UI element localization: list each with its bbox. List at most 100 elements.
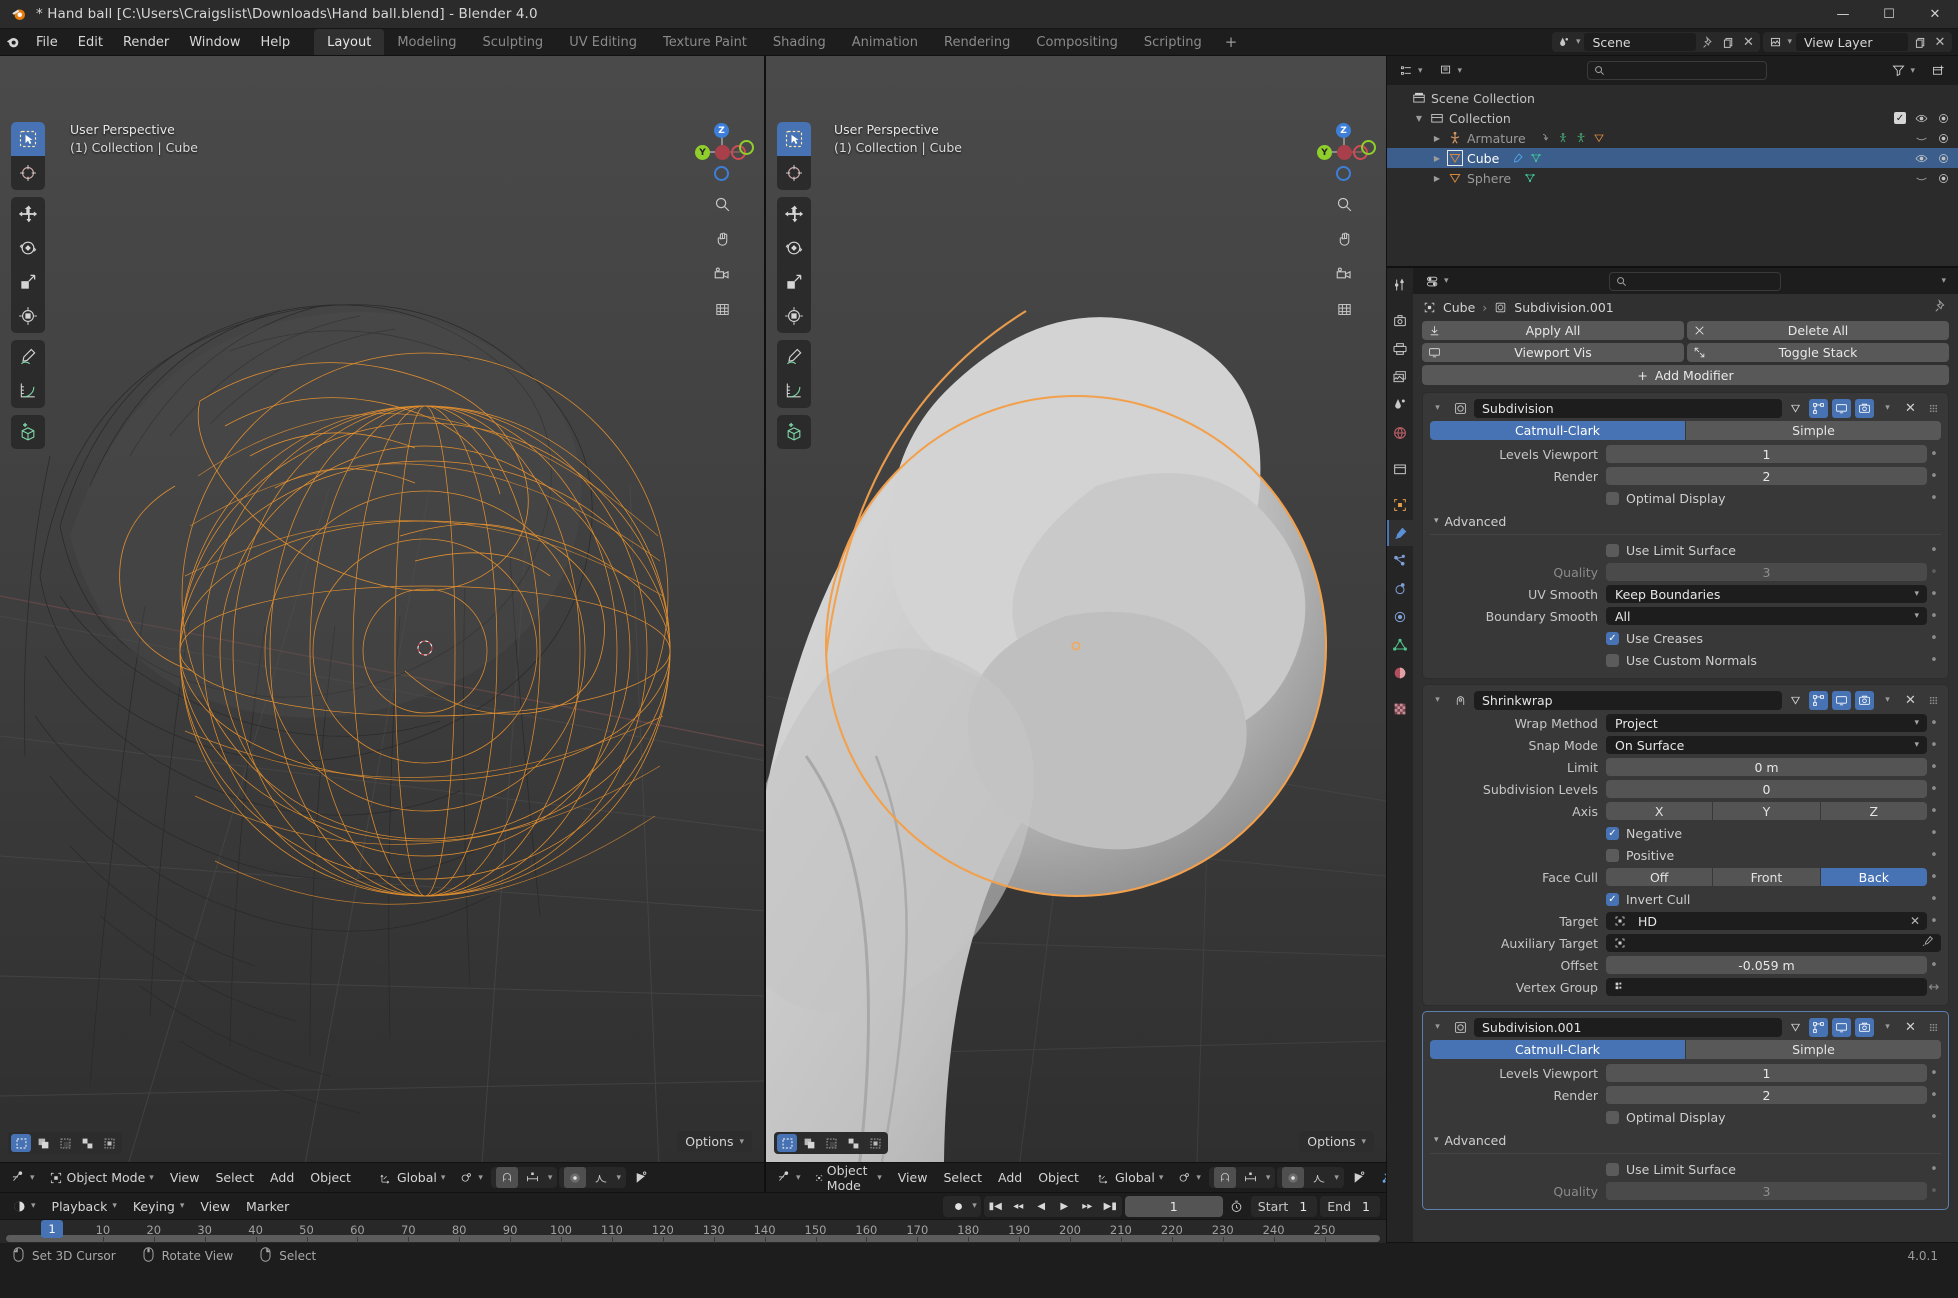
- annotate-tool[interactable]: [777, 340, 811, 374]
- outliner-row-cube[interactable]: ▶ Cube: [1387, 148, 1958, 168]
- tab-modifiers[interactable]: [1387, 520, 1413, 546]
- checkbox[interactable]: ✓: [1606, 826, 1619, 840]
- subdivision-mode-simple[interactable]: Simple: [1686, 1040, 1941, 1059]
- prop-value[interactable]: Project ▾: [1606, 714, 1927, 732]
- subdivision-mode-simple[interactable]: Simple: [1686, 421, 1941, 440]
- workspace-tab-layout[interactable]: Layout: [314, 29, 385, 55]
- zoom-icon[interactable]: [709, 191, 735, 217]
- animate-property-dot[interactable]: •: [1927, 1184, 1941, 1199]
- workspace-tab-compositing[interactable]: Compositing: [1023, 29, 1131, 55]
- animate-property-dot[interactable]: •: [1927, 848, 1941, 863]
- gizmo-z-axis[interactable]: Z: [714, 123, 729, 138]
- checkbox[interactable]: [1606, 1110, 1619, 1124]
- workspace-tab-uv-editing[interactable]: UV Editing: [556, 29, 650, 55]
- edit-mode-toggle-icon[interactable]: [1809, 398, 1828, 418]
- viewport-left[interactable]: User Perspective (1) Collection | Cube Z…: [0, 56, 766, 1162]
- animate-property-dot[interactable]: •: [1927, 631, 1941, 646]
- axis-z[interactable]: Z: [1820, 802, 1927, 820]
- render-display-icon[interactable]: [1855, 1017, 1874, 1037]
- properties-scroll-area[interactable]: Apply All Delete All Viewport Vis Toggle…: [1413, 321, 1958, 1242]
- gizmo-z-axis-neg[interactable]: [1336, 166, 1351, 181]
- menu-timeline-keying[interactable]: Keying ▾: [125, 1196, 193, 1217]
- tab-view-layer[interactable]: [1387, 364, 1413, 390]
- prev-keyframe-button[interactable]: ◂◂: [1007, 1196, 1030, 1217]
- menu-right-view[interactable]: View: [890, 1167, 936, 1188]
- gizmo-y-axis-neg[interactable]: [1361, 140, 1376, 155]
- animate-property-dot[interactable]: •: [1927, 958, 1941, 973]
- prop-value[interactable]: 0 m: [1606, 758, 1927, 776]
- tab-scene[interactable]: [1387, 392, 1413, 418]
- use-preview-range-icon[interactable]: [1226, 1196, 1248, 1217]
- animate-property-dot[interactable]: •: [1927, 1066, 1941, 1081]
- pin-id-icon[interactable]: [1934, 299, 1948, 316]
- prop-check-use-limit-surface[interactable]: Use Limit Surface •: [1430, 1159, 1941, 1179]
- prop-value[interactable]: HD ✕: [1606, 912, 1927, 930]
- snap-magnet-icon[interactable]: [495, 1167, 518, 1188]
- chevron-down-icon[interactable]: ▾: [972, 1201, 977, 1211]
- properties-options-chevron[interactable]: ▾: [1935, 271, 1952, 292]
- animate-property-dot[interactable]: •: [1927, 543, 1941, 558]
- animate-property-dot[interactable]: •: [1927, 1110, 1941, 1125]
- animate-property-dot[interactable]: •: [1927, 870, 1941, 885]
- transform-orientation-left[interactable]: Global ▾: [373, 1167, 451, 1188]
- prop-check-optimal-display[interactable]: Optimal Display •: [1430, 1107, 1941, 1127]
- tab-world[interactable]: [1387, 420, 1413, 446]
- menu-render[interactable]: Render: [113, 29, 179, 55]
- start-value[interactable]: 1: [1295, 1199, 1317, 1214]
- expand-arrow-open-icon[interactable]: ▼: [1413, 114, 1425, 123]
- checkbox[interactable]: [1606, 543, 1619, 557]
- prop-value[interactable]: 3: [1606, 563, 1927, 581]
- pan-hand-icon[interactable]: [709, 226, 735, 252]
- add-workspace-button[interactable]: +: [1215, 29, 1248, 55]
- gizmo-x-axis-neg[interactable]: [1337, 145, 1352, 160]
- tab-collection[interactable]: [1387, 456, 1413, 482]
- menu-right-object[interactable]: Object: [1030, 1167, 1087, 1188]
- prop-check-positive[interactable]: Positive •: [1430, 845, 1941, 865]
- modifier-drag-handle[interactable]: [1924, 399, 1943, 418]
- animate-property-dot[interactable]: •: [1927, 826, 1941, 841]
- properties-search-input[interactable]: [1609, 271, 1781, 291]
- record-icon[interactable]: [947, 1196, 969, 1217]
- outliner-row-sphere[interactable]: ▶ Sphere: [1387, 168, 1958, 188]
- select-extend-mode-icon[interactable]: [799, 1134, 819, 1152]
- remove-scene-icon[interactable]: ✕: [1740, 34, 1756, 50]
- apply-all-button[interactable]: Apply All: [1422, 321, 1684, 340]
- blender-menu-icon[interactable]: [0, 29, 26, 55]
- workspace-tab-shading[interactable]: Shading: [760, 29, 839, 55]
- workspace-tab-texture-paint[interactable]: Texture Paint: [650, 29, 760, 55]
- jump-to-end-button[interactable]: ▶▮: [1099, 1196, 1122, 1217]
- select-box-mode-icon[interactable]: [777, 1134, 797, 1152]
- tab-constraints[interactable]: [1387, 604, 1413, 630]
- gizmo-y-axis[interactable]: Y: [695, 145, 710, 160]
- rotate-tool[interactable]: [11, 231, 45, 265]
- next-keyframe-button[interactable]: ▸▸: [1076, 1196, 1099, 1217]
- menu-left-select[interactable]: Select: [207, 1167, 262, 1188]
- jump-to-start-button[interactable]: ▮◀: [984, 1196, 1007, 1217]
- realtime-display-icon[interactable]: [1832, 1017, 1851, 1037]
- workspace-tab-scripting[interactable]: Scripting: [1131, 29, 1215, 55]
- menu-left-add[interactable]: Add: [262, 1167, 302, 1188]
- advanced-section-toggle[interactable]: ▾ Advanced: [1430, 1129, 1941, 1151]
- prop-value[interactable]: 1: [1606, 445, 1927, 463]
- prop-check-negative[interactable]: ✓ Negative •: [1430, 823, 1941, 843]
- prop-value[interactable]: Keep Boundaries ▾: [1606, 585, 1927, 603]
- object-mode-selector-right[interactable]: Object Mode ▾: [809, 1163, 888, 1193]
- modifier-name-field[interactable]: Shrinkwrap: [1474, 690, 1782, 710]
- modifier-close-icon[interactable]: ✕: [1901, 1018, 1920, 1037]
- scale-tool[interactable]: [11, 265, 45, 299]
- prop-value[interactable]: On Surface ▾: [1606, 736, 1927, 754]
- cursor-tool[interactable]: [11, 156, 45, 190]
- delete-all-button[interactable]: Delete All: [1687, 321, 1949, 340]
- edit-mode-display-icon[interactable]: [1786, 1018, 1805, 1037]
- move-tool[interactable]: [11, 197, 45, 231]
- end-value[interactable]: 1: [1358, 1199, 1380, 1214]
- menu-window[interactable]: Window: [179, 29, 250, 55]
- modifier-drag-handle[interactable]: [1924, 1018, 1943, 1037]
- properties-editor-type-icon[interactable]: ▾: [1419, 271, 1455, 292]
- prop-check-use-creases[interactable]: ✓ Use Creases •: [1430, 628, 1941, 648]
- viewport-vis-button[interactable]: Viewport Vis: [1422, 343, 1684, 362]
- maximize-button[interactable]: ☐: [1866, 0, 1912, 29]
- outliner-new-collection-icon[interactable]: [1925, 60, 1952, 81]
- outliner-row-scene-collection[interactable]: Scene Collection: [1387, 88, 1958, 108]
- pivot-point-selector-left[interactable]: ▾: [453, 1167, 489, 1188]
